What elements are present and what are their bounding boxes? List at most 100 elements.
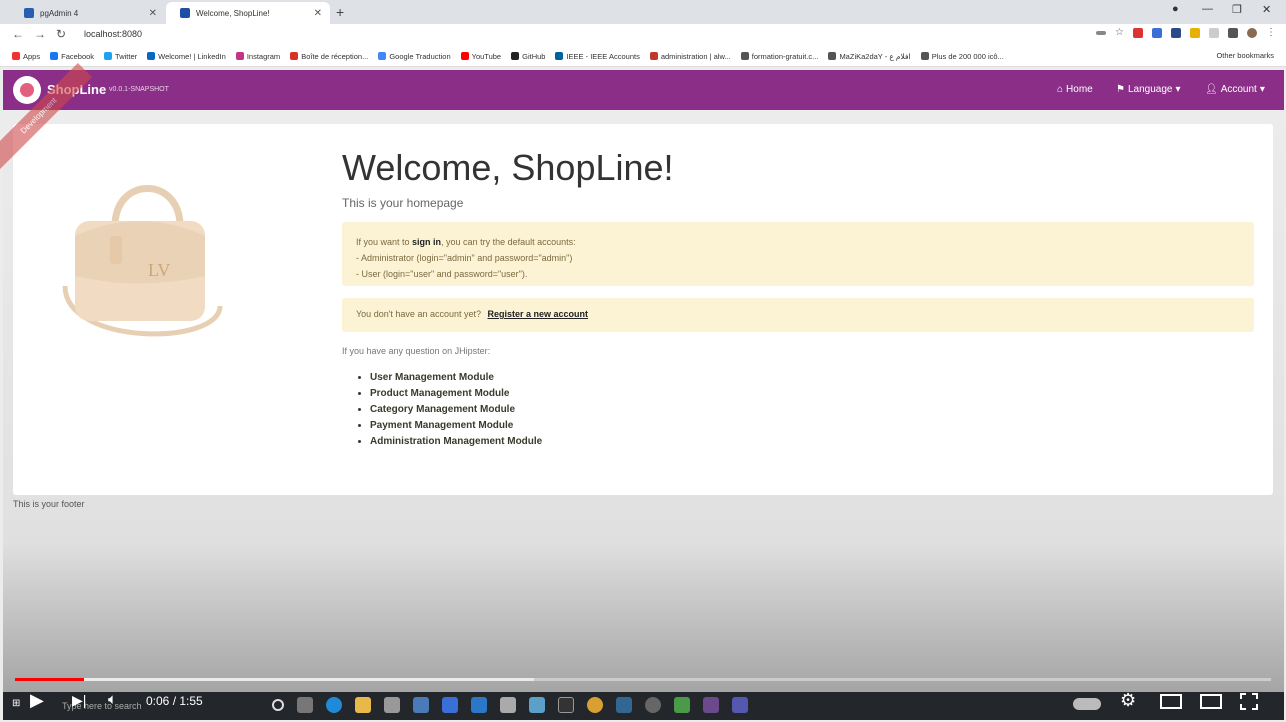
bookmark-label: Plus de 200 000 icô... bbox=[931, 51, 1004, 61]
svg-text:LV: LV bbox=[148, 260, 170, 280]
settings-app-icon[interactable] bbox=[645, 697, 661, 713]
next-icon[interactable]: ▶| bbox=[72, 692, 86, 709]
nav-account[interactable]: 👤︎ Account ▾ bbox=[1205, 84, 1265, 95]
postgres-icon[interactable] bbox=[616, 697, 632, 713]
bookmark-label: MaZiKa2daY - افلام ع bbox=[839, 51, 911, 61]
close-window-icon[interactable]: ✕ bbox=[1262, 3, 1271, 16]
menu-icon[interactable]: ⋮ bbox=[1266, 28, 1276, 38]
bookmark-label: Boîte de réception... bbox=[301, 51, 369, 61]
bookmark-item[interactable]: Instagram bbox=[235, 52, 280, 61]
bookmark-item[interactable]: Google Traduction bbox=[378, 51, 451, 61]
bookmark-item[interactable]: Plus de 200 000 icô... bbox=[920, 51, 1004, 61]
bookmark-item[interactable]: Apps bbox=[12, 52, 40, 61]
progress-loaded bbox=[15, 678, 534, 681]
bookmark-favicon-icon bbox=[50, 52, 59, 60]
extension-yellow-icon[interactable] bbox=[1190, 28, 1200, 38]
puzzle-icon[interactable] bbox=[1228, 28, 1238, 38]
teams-icon[interactable] bbox=[732, 697, 748, 713]
profile-icon[interactable]: ● bbox=[1172, 3, 1179, 15]
close-tab-icon[interactable]: ✕ bbox=[314, 8, 322, 19]
cortana-icon[interactable] bbox=[272, 699, 284, 711]
module-link-payment[interactable]: Payment Management Module bbox=[370, 418, 542, 434]
fullscreen-icon[interactable] bbox=[1240, 693, 1258, 710]
bookmark-item[interactable]: GitHub bbox=[511, 52, 545, 61]
bookmark-item[interactable]: MaZiKa2daY - افلام ع bbox=[828, 51, 911, 61]
back-icon[interactable]: ← bbox=[12, 27, 24, 41]
mail-icon[interactable] bbox=[471, 697, 487, 713]
extension-icons: ☆ ⋮ bbox=[1096, 28, 1276, 38]
pgadmin-favicon-icon bbox=[24, 8, 34, 18]
forward-icon[interactable]: → bbox=[34, 27, 46, 41]
star-icon[interactable]: ☆ bbox=[1115, 28, 1124, 38]
bookmark-item[interactable]: administration | alw... bbox=[649, 52, 731, 61]
chrome-icon[interactable] bbox=[587, 697, 603, 713]
bookmark-item[interactable]: formation-gratuit.c... bbox=[740, 51, 819, 61]
tab-pgadmin[interactable]: pgAdmin 4 ✕ bbox=[10, 2, 165, 24]
module-link-product[interactable]: Product Management Module bbox=[370, 386, 542, 402]
play-icon[interactable]: ▶ bbox=[30, 690, 44, 711]
key-icon[interactable] bbox=[1096, 31, 1107, 35]
file-explorer-icon[interactable] bbox=[355, 697, 371, 713]
extension-gray-icon[interactable] bbox=[1209, 28, 1219, 38]
extension-dark-icon[interactable] bbox=[1171, 28, 1181, 38]
nav-home[interactable]: ⌂ Home bbox=[1057, 84, 1093, 95]
tab-label: pgAdmin 4 bbox=[40, 8, 79, 18]
user-icon: 👤︎ bbox=[1205, 84, 1218, 95]
reload-icon[interactable]: ↻ bbox=[56, 27, 66, 41]
module-link-administration[interactable]: Administration Management Module bbox=[370, 434, 542, 450]
bookmark-favicon-icon bbox=[104, 52, 113, 60]
bookmark-favicon-icon bbox=[511, 52, 520, 60]
calculator-icon[interactable] bbox=[413, 697, 429, 713]
autoplay-toggle[interactable] bbox=[1073, 698, 1101, 710]
module-link-user[interactable]: User Management Module bbox=[370, 370, 542, 386]
progress-bar[interactable] bbox=[15, 678, 1271, 681]
new-tab-icon[interactable]: + bbox=[336, 4, 344, 20]
edge-icon[interactable] bbox=[326, 697, 342, 713]
caret-down-icon: ▾ bbox=[1175, 84, 1181, 95]
bookmark-item[interactable]: Facebook bbox=[50, 52, 94, 61]
close-tab-icon[interactable]: ✕ bbox=[149, 8, 157, 19]
bookmark-item[interactable]: Boîte de réception... bbox=[290, 52, 368, 61]
flag-icon: ⚑ bbox=[1116, 84, 1125, 95]
bookmark-favicon-icon bbox=[460, 52, 469, 60]
caret-down-icon: ▾ bbox=[1259, 84, 1265, 95]
bookmark-item[interactable]: Welcome! | LinkedIn bbox=[147, 52, 226, 61]
browser-tab-strip: pgAdmin 4 ✕ Welcome, ShopLine! ✕ + ● — ❐… bbox=[0, 0, 1286, 24]
theater-mode-icon[interactable] bbox=[1200, 694, 1222, 709]
settings-gear-icon[interactable]: ⚙ bbox=[1120, 690, 1136, 711]
signin-link[interactable]: sign in bbox=[412, 237, 441, 247]
register-link[interactable]: Register a new account bbox=[488, 309, 589, 319]
avatar[interactable] bbox=[1247, 28, 1257, 38]
bookmarks-bar: Apps Facebook Twitter Welcome! | LinkedIn In… bbox=[0, 46, 1286, 67]
bookmark-item[interactable]: IEEE - IEEE Accounts bbox=[555, 52, 640, 61]
store-icon[interactable] bbox=[384, 697, 400, 713]
tab-shopline[interactable]: Welcome, ShopLine! ✕ bbox=[166, 2, 330, 24]
app-gray-icon[interactable] bbox=[500, 697, 516, 713]
maximize-icon[interactable]: ❐ bbox=[1232, 3, 1242, 16]
module-link-category[interactable]: Category Management Module bbox=[370, 402, 542, 418]
nav-language[interactable]: ⚑ Language ▾ bbox=[1116, 84, 1181, 95]
vm-icon[interactable] bbox=[529, 697, 545, 713]
extension-blue-icon[interactable] bbox=[1152, 28, 1162, 38]
bookmark-label: Google Traduction bbox=[389, 51, 451, 61]
url-input[interactable]: localhost:8080 bbox=[84, 29, 142, 39]
app-red-icon[interactable] bbox=[703, 697, 719, 713]
notepad-icon[interactable] bbox=[674, 697, 690, 713]
extension-red-icon[interactable] bbox=[1133, 28, 1143, 38]
bookmark-item[interactable]: YouTube bbox=[460, 52, 501, 61]
bookmark-item[interactable]: Twitter bbox=[104, 52, 137, 61]
volume-icon[interactable]: 🔈︎ bbox=[108, 691, 117, 708]
minimize-icon[interactable]: — bbox=[1202, 3, 1213, 15]
windows-start-icon[interactable]: ⊞ bbox=[12, 698, 20, 709]
app-blue-icon[interactable] bbox=[442, 697, 458, 713]
home-icon: ⌂ bbox=[1057, 84, 1064, 95]
miniplayer-icon[interactable] bbox=[1160, 694, 1182, 709]
task-view-icon[interactable] bbox=[297, 697, 313, 713]
progress-played bbox=[15, 678, 85, 681]
player-gradient bbox=[3, 540, 1284, 692]
shopline-logo-icon[interactable] bbox=[13, 76, 41, 104]
terminal-icon[interactable] bbox=[558, 697, 574, 713]
bookmark-label: formation-gratuit.c... bbox=[751, 51, 819, 61]
other-bookmarks[interactable]: Other bookmarks bbox=[1216, 51, 1274, 60]
taskbar-apps bbox=[272, 697, 748, 713]
